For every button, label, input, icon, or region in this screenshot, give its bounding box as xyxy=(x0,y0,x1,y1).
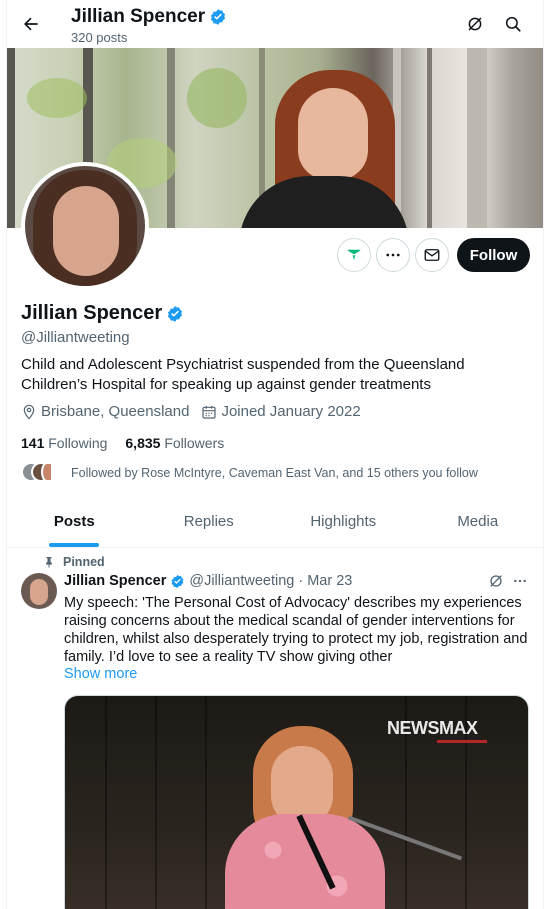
post-date[interactable]: Mar 23 xyxy=(307,573,352,589)
following-count: 141 xyxy=(21,435,45,451)
followers-count: 6,835 xyxy=(125,435,161,451)
followers-you-know-avatars xyxy=(21,462,61,484)
pinned-label: Pinned xyxy=(63,555,105,569)
location-icon xyxy=(23,404,35,420)
newsmax-logo: NEWSMAX xyxy=(387,718,478,738)
tab-posts[interactable]: Posts xyxy=(7,496,142,547)
followers-link[interactable]: 6,835 Followers xyxy=(125,435,224,451)
subscribe-icon xyxy=(347,249,361,261)
verified-badge-icon[interactable] xyxy=(166,305,184,323)
profile-name-row: Jillian Spencer xyxy=(21,302,184,325)
following-link[interactable]: 141 Following xyxy=(21,435,107,451)
followers-label: Followers xyxy=(164,435,225,451)
post-author-handle[interactable]: @Jilliantweeting xyxy=(189,573,294,589)
post-more-button[interactable] xyxy=(512,573,528,594)
profile-page: Jillian Spencer 320 posts Follow Jillian… xyxy=(6,0,544,909)
post-author-name[interactable]: Jillian Spencer xyxy=(64,573,166,589)
pin-icon xyxy=(46,557,52,568)
header-title: Jillian Spencer xyxy=(71,6,227,28)
grok-icon xyxy=(490,575,502,587)
grok-button[interactable] xyxy=(461,10,489,38)
more-options-button[interactable] xyxy=(376,238,410,272)
active-tab-indicator xyxy=(49,543,100,547)
profile-meta: Brisbane, Queensland Joined January 2022 xyxy=(21,403,373,420)
search-icon xyxy=(505,16,521,32)
post-video[interactable]: NEWSMAX xyxy=(64,695,529,909)
following-label: Following xyxy=(48,435,108,451)
profile-bio: Child and Adolescent Psychiatrist suspen… xyxy=(21,356,465,393)
post-header: Jillian Spencer @Jilliantweeting · Mar 2… xyxy=(64,573,352,589)
follow-button[interactable]: Follow xyxy=(457,238,530,272)
grok-icon xyxy=(468,17,482,31)
search-button[interactable] xyxy=(499,10,527,38)
post-text: My speech: 'The Personal Cost of Advocac… xyxy=(64,595,528,665)
back-button[interactable] xyxy=(15,8,47,40)
header-name: Jillian Spencer xyxy=(71,6,206,27)
followed-by-text: Followed by Rose McIntyre, Caveman East … xyxy=(71,466,478,480)
verified-badge-icon xyxy=(211,9,226,25)
tab-media[interactable]: Media xyxy=(411,496,544,547)
more-icon xyxy=(386,253,400,257)
location-text: Brisbane, Queensland xyxy=(41,403,190,420)
verified-badge-icon xyxy=(171,574,184,588)
profile-location: Brisbane, Queensland xyxy=(21,403,189,420)
profile-stats: 141 Following 6,835 Followers xyxy=(21,435,224,451)
joined-text: Joined January 2022 xyxy=(221,403,361,420)
message-icon xyxy=(424,249,440,261)
tab-replies[interactable]: Replies xyxy=(142,496,277,547)
posts-count: 320 posts xyxy=(71,30,128,45)
arrow-left-icon xyxy=(24,17,38,31)
profile-joined: Joined January 2022 xyxy=(201,403,361,420)
subscribe-button[interactable] xyxy=(337,238,371,272)
post-separator: · xyxy=(298,573,304,589)
more-icon xyxy=(514,579,526,583)
profile-tabs: Posts Replies Highlights Media xyxy=(7,496,544,548)
top-bar: Jillian Spencer 320 posts xyxy=(7,0,543,48)
tab-highlights[interactable]: Highlights xyxy=(276,496,411,547)
followed-by[interactable]: Followed by Rose McIntyre, Caveman East … xyxy=(21,462,478,484)
profile-avatar[interactable] xyxy=(21,162,149,290)
profile-handle: @Jilliantweeting xyxy=(21,329,130,346)
post-author-avatar[interactable] xyxy=(21,573,57,609)
message-button[interactable] xyxy=(415,238,449,272)
calendar-icon xyxy=(202,405,217,419)
post-grok-button[interactable] xyxy=(488,573,504,594)
show-more-link[interactable]: Show more xyxy=(64,666,137,682)
profile-name: Jillian Spencer xyxy=(21,302,163,324)
pinned-indicator: Pinned xyxy=(43,555,105,569)
